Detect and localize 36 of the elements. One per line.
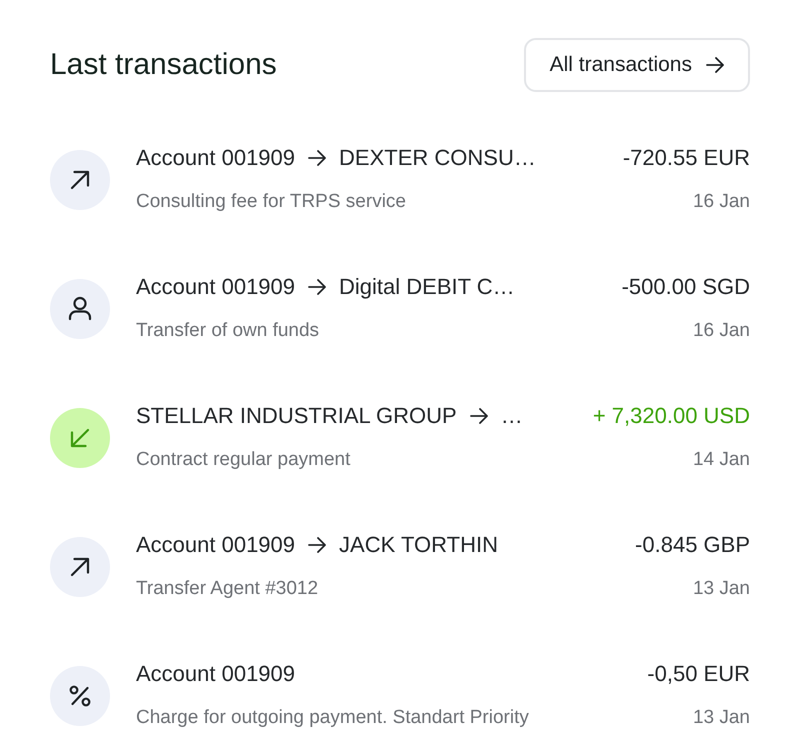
all-transactions-button[interactable]: All transactions [524,38,750,92]
recipient-name: Digital DEBIT C… [339,273,515,301]
sender-name: Account 001909 [136,144,296,172]
transaction-description: Consulting fee for TRPS service [136,190,406,214]
transaction-date: 16 Jan [692,190,750,214]
sender-name: Account 001909 [136,273,296,301]
transaction-description: Charge for outgoing payment. Standart Priority [136,706,529,730]
transaction-amount: + 7,320.00 USD [592,402,750,430]
transaction-amount: -0.845 GBP [635,531,750,559]
transaction-amount: -720.55 EUR [622,144,750,172]
percent-icon [50,666,110,726]
arrow-right-icon [308,279,326,295]
recipient-name: DEXTER CONSU… [339,144,536,172]
recipient-name: JACK TORTHIN [339,531,498,559]
sender-name: Account 001909 [136,660,296,688]
arrow-right-icon [706,57,724,73]
transaction-date: 16 Jan [692,319,750,343]
arrow-down-left-icon [50,408,110,468]
recipient-name: … [500,402,523,430]
arrow-right-icon [308,537,326,553]
person-icon [50,279,110,339]
transaction-date: 14 Jan [692,448,750,472]
arrow-up-right-icon [50,150,110,210]
arrow-up-right-icon [50,537,110,597]
arrow-right-icon [470,408,488,424]
transaction-amount: -500.00 SGD [622,273,750,301]
transaction-description: Transfer Agent #3012 [136,577,318,601]
arrow-right-icon [308,150,326,166]
section-title: Last transactions [50,47,277,83]
transaction-description: Contract regular payment [136,448,350,472]
sender-name: STELLAR INDUSTRIAL GROUP [136,402,457,430]
transaction-date: 13 Jan [692,577,750,601]
sender-name: Account 001909 [136,531,296,559]
transaction-date: 13 Jan [692,706,750,730]
transaction-description: Transfer of own funds [136,319,320,343]
transaction-amount: -0,50 EUR [647,660,750,688]
